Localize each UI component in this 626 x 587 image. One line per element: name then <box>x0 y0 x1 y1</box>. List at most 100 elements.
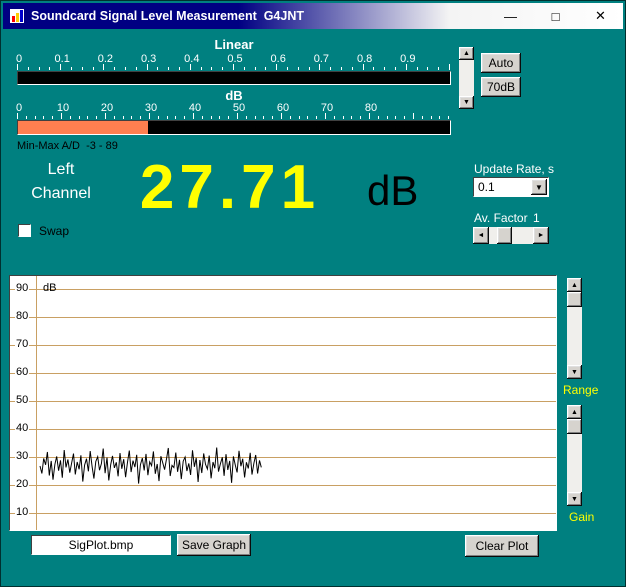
range-scrollbar-thumb[interactable] <box>567 292 582 307</box>
tick-mark <box>79 116 80 119</box>
clear-plot-button[interactable]: Clear Plot <box>465 535 539 557</box>
gain-scrollbar[interactable]: ▲ ▼ <box>567 405 582 506</box>
tick-mark <box>319 64 320 70</box>
tick-mark <box>93 67 94 70</box>
linear-tick-row <box>17 64 451 70</box>
tick-mark <box>71 67 72 70</box>
db-tick-row <box>17 113 451 119</box>
tick-mark <box>70 116 71 119</box>
tick-mark <box>330 67 331 70</box>
tick-mark <box>184 116 185 119</box>
tick-mark <box>219 116 220 119</box>
tick-mark <box>167 116 168 119</box>
gain-scroll-up-button[interactable]: ▲ <box>567 405 582 419</box>
tick-mark <box>360 116 361 119</box>
tick-mark <box>61 113 62 119</box>
tick-mark <box>147 64 148 70</box>
update-rate-dropdown-button[interactable]: ▼ <box>531 179 547 195</box>
app-window: Soundcard Signal Level Measurement G4JNT… <box>0 0 626 587</box>
tick-mark <box>43 116 44 119</box>
close-button[interactable]: ✕ <box>578 3 623 29</box>
caption-buttons: — □ ✕ <box>488 3 623 29</box>
db-bar-fill <box>18 121 148 134</box>
tick-mark <box>298 67 299 70</box>
channel-label-line2: Channel <box>11 185 111 203</box>
tick-mark <box>438 67 439 70</box>
tick-mark <box>427 67 428 70</box>
av-factor-scroll-right-button[interactable]: ► <box>533 227 549 244</box>
tick-mark <box>363 64 364 70</box>
window-title: Soundcard Signal Level Measurement G4JNT <box>31 9 304 23</box>
up-arrow-icon: ▲ <box>463 50 470 57</box>
app-icon[interactable] <box>9 8 25 24</box>
gain-label: Gain <box>569 510 594 524</box>
tick-mark <box>17 113 18 119</box>
tick-mark <box>272 116 273 119</box>
range-label: Range <box>563 383 598 397</box>
tick-mark <box>287 67 288 70</box>
maximize-button[interactable]: □ <box>533 3 578 29</box>
linear-level-bar <box>17 71 451 85</box>
range-scroll-up-button[interactable]: ▲ <box>567 278 582 292</box>
tick-mark <box>211 116 212 119</box>
level-range-scrollbar[interactable]: ▲ ▼ <box>459 47 474 109</box>
tick-mark <box>190 64 191 70</box>
tick-mark <box>352 67 353 70</box>
clear-plot-button-label: Clear Plot <box>476 539 529 553</box>
tick-mark <box>351 116 352 119</box>
range-scrollbar[interactable]: ▲ ▼ <box>567 278 582 379</box>
tick-mark <box>35 116 36 119</box>
tick-mark <box>237 113 238 119</box>
tick-mark <box>26 116 27 119</box>
down-arrow-icon: ▼ <box>571 496 578 503</box>
70db-button[interactable]: 70dB <box>481 77 521 97</box>
gain-scrollbar-thumb[interactable] <box>567 419 582 434</box>
filename-input[interactable] <box>31 535 171 555</box>
tick-mark <box>309 67 310 70</box>
tick-mark <box>290 116 291 119</box>
tick-mark <box>369 113 370 119</box>
tick-mark <box>233 64 234 70</box>
tick-mark <box>373 67 374 70</box>
tick-mark <box>222 67 223 70</box>
tick-mark <box>17 64 18 70</box>
tick-mark <box>299 116 300 119</box>
tick-mark <box>140 116 141 119</box>
update-rate-combobox[interactable]: 0.1 ▼ <box>473 177 549 197</box>
level-scroll-down-button[interactable]: ▼ <box>459 96 474 109</box>
tick-mark <box>175 116 176 119</box>
av-factor-scroll-left-button[interactable]: ◄ <box>473 227 489 244</box>
swap-checkbox[interactable] <box>18 224 31 237</box>
tick-mark <box>263 116 264 119</box>
gain-scroll-down-button[interactable]: ▼ <box>567 492 582 506</box>
tick-mark <box>265 67 266 70</box>
tick-mark <box>158 116 159 119</box>
av-factor-scrollbar[interactable]: ◄ ► <box>473 227 549 244</box>
window-titlebar[interactable]: Soundcard Signal Level Measurement G4JNT… <box>3 3 623 29</box>
minimize-button[interactable]: — <box>488 3 533 29</box>
tick-mark <box>157 67 158 70</box>
tick-mark <box>49 67 50 70</box>
tick-mark <box>387 116 388 119</box>
tick-mark <box>334 116 335 119</box>
signal-plot: 908070605040302010 dB <box>9 275 557 531</box>
tick-mark <box>448 116 449 119</box>
av-factor-scrollbar-thumb[interactable] <box>497 227 512 244</box>
tick-mark <box>404 116 405 119</box>
tick-mark <box>325 113 326 119</box>
tick-mark <box>246 116 247 119</box>
level-scroll-up-button[interactable]: ▲ <box>459 47 474 60</box>
range-scroll-down-button[interactable]: ▼ <box>567 365 582 379</box>
auto-button[interactable]: Auto <box>481 53 521 73</box>
swap-checkbox-label: Swap <box>39 224 69 238</box>
down-arrow-icon: ▼ <box>463 99 470 106</box>
right-arrow-icon: ► <box>538 232 545 239</box>
db-level-bar <box>17 120 451 135</box>
linear-meter-title: Linear <box>17 37 451 52</box>
tick-mark <box>341 67 342 70</box>
minimize-icon: — <box>504 9 517 24</box>
save-graph-button[interactable]: Save Graph <box>177 534 251 556</box>
av-factor-label: Av. Factor <box>474 211 528 225</box>
save-graph-button-label: Save Graph <box>182 538 246 552</box>
tick-mark <box>39 67 40 70</box>
